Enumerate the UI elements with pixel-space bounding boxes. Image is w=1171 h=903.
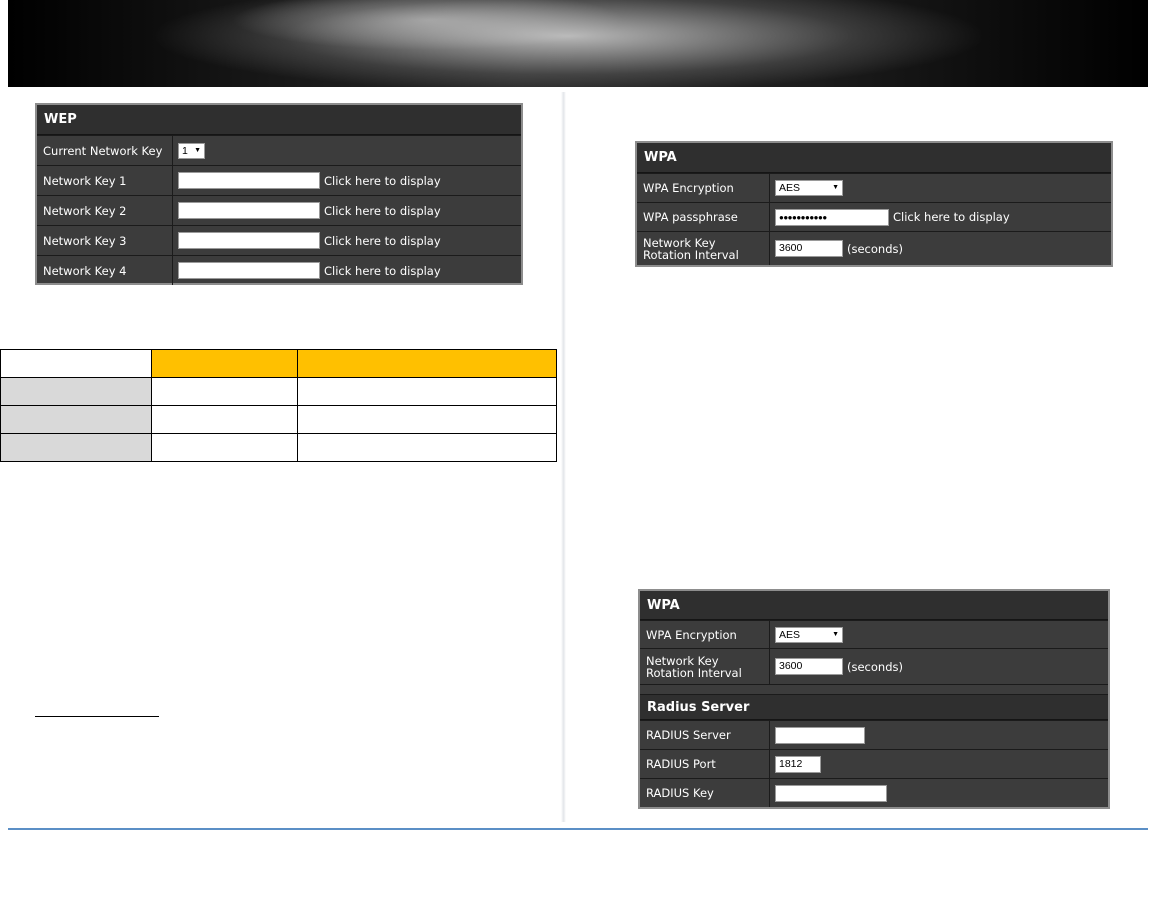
show-passphrase-link[interactable]: Click here to display: [893, 210, 1010, 224]
seconds-unit: (seconds): [847, 241, 903, 256]
network-key-label: Network Key 2: [37, 196, 173, 225]
network-key-3-input[interactable]: [178, 232, 320, 249]
seconds-unit: (seconds): [847, 659, 903, 674]
show-key-4-link[interactable]: Click here to display: [324, 264, 441, 278]
table-header-cell: [297, 349, 557, 378]
wpa-passphrase-input[interactable]: ●●●●●●●●●●●: [775, 208, 889, 226]
radius-server-row: RADIUS Server: [640, 720, 1108, 749]
radius-key-input[interactable]: [775, 784, 887, 802]
radius-server-input[interactable]: [775, 726, 865, 744]
table-cell: [0, 405, 152, 434]
key-rotation-label: Network Key Rotation Interval: [637, 232, 770, 265]
show-key-3-link[interactable]: Click here to display: [324, 234, 441, 248]
network-key-label: Network Key 1: [37, 166, 173, 195]
wep-panel-title: WEP: [37, 105, 521, 135]
table-cell: [297, 405, 557, 434]
wpa-encryption-row: WPA Encryption AES ▼: [637, 173, 1111, 202]
current-network-key-select[interactable]: 1 ▼: [178, 142, 205, 159]
wpa-passphrase-label: WPA passphrase: [637, 203, 770, 231]
network-key-1-input[interactable]: [178, 172, 320, 189]
wpa-passphrase-row: WPA passphrase ●●●●●●●●●●● Click here to…: [637, 202, 1111, 231]
network-key-4-input[interactable]: [178, 262, 320, 279]
table-cell: [151, 405, 298, 434]
radius-server-title: Radius Server: [640, 694, 1108, 720]
wep-key-row: Network Key 4 Click here to display: [37, 255, 521, 285]
radius-key-row: RADIUS Key: [640, 778, 1108, 807]
key-rotation-row: Network Key Rotation Interval 3600 (seco…: [637, 231, 1111, 265]
wpa-enterprise-panel: WPA WPA Encryption AES ▼ Network Key Rot…: [638, 589, 1110, 809]
wep-panel: WEP Current Network Key 1 ▼ Network Key …: [35, 103, 523, 285]
wpa-encryption-select[interactable]: AES ▼: [775, 626, 843, 643]
wep-key-row: Network Key 1 Click here to display: [37, 165, 521, 195]
underline-rule: [35, 716, 159, 717]
current-network-key-label: Current Network Key: [37, 136, 173, 165]
key-rotation-row: Network Key Rotation Interval 3600 (seco…: [640, 648, 1108, 684]
table-row: [0, 433, 557, 462]
radius-port-label: RADIUS Port: [640, 750, 770, 778]
column-divider: [561, 92, 566, 822]
table-header-cell: [0, 349, 152, 378]
key-rotation-label: Network Key Rotation Interval: [640, 649, 770, 684]
info-table: [0, 349, 557, 462]
wpa-encryption-label: WPA Encryption: [637, 174, 770, 202]
wpa-panel-title: WPA: [637, 143, 1111, 173]
header-banner: [8, 0, 1148, 87]
wpa-encryption-row: WPA Encryption AES ▼: [640, 620, 1108, 648]
table-cell: [151, 377, 298, 406]
wpa-encryption-select[interactable]: AES ▼: [775, 180, 843, 196]
network-key-label: Network Key 3: [37, 226, 173, 255]
chevron-down-icon: ▼: [832, 630, 839, 638]
section-gap: [640, 684, 1108, 694]
table-row: [0, 377, 557, 406]
chevron-down-icon: ▼: [194, 146, 201, 154]
chevron-down-icon: ▼: [832, 184, 839, 191]
table-header-row: [0, 349, 557, 378]
table-cell: [297, 433, 557, 462]
wpa-panel-title: WPA: [640, 591, 1108, 620]
show-key-1-link[interactable]: Click here to display: [324, 174, 441, 188]
wpa-encryption-label: WPA Encryption: [640, 621, 770, 648]
wep-current-key-row: Current Network Key 1 ▼: [37, 135, 521, 165]
key-rotation-input[interactable]: 3600: [775, 658, 843, 675]
key-rotation-input[interactable]: 3600: [775, 240, 843, 257]
network-key-2-input[interactable]: [178, 202, 320, 219]
wep-key-row: Network Key 2 Click here to display: [37, 195, 521, 225]
radius-server-label: RADIUS Server: [640, 721, 770, 749]
radius-port-input[interactable]: 1812: [775, 755, 821, 773]
wep-key-row: Network Key 3 Click here to display: [37, 225, 521, 255]
network-key-label: Network Key 4: [37, 256, 173, 285]
table-header-cell: [151, 349, 298, 378]
show-key-2-link[interactable]: Click here to display: [324, 204, 441, 218]
table-cell: [0, 433, 152, 462]
table-cell: [151, 433, 298, 462]
table-cell: [297, 377, 557, 406]
table-row: [0, 405, 557, 434]
radius-key-label: RADIUS Key: [640, 779, 770, 807]
footer-rule: [8, 828, 1148, 830]
wpa-psk-panel: WPA WPA Encryption AES ▼ WPA passphrase …: [635, 141, 1113, 267]
radius-port-row: RADIUS Port 1812: [640, 749, 1108, 778]
table-cell: [0, 377, 152, 406]
